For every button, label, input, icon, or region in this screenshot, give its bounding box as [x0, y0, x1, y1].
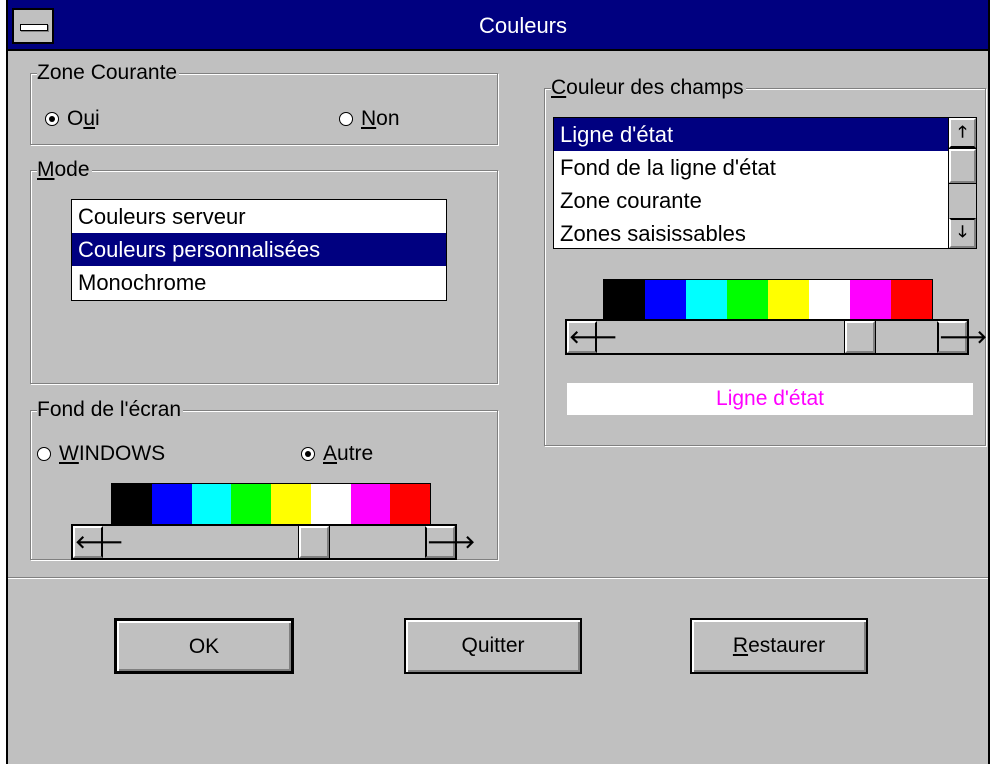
arrow-left-icon: 🡐 [75, 532, 124, 552]
arrow-right-icon: 🡒 [939, 327, 988, 347]
system-menu-icon [20, 24, 48, 31]
color-swatch[interactable] [727, 280, 768, 321]
color-swatch[interactable] [809, 280, 850, 321]
color-swatch[interactable] [350, 484, 391, 525]
scroll-thumb[interactable] [297, 525, 330, 559]
separator-line [8, 577, 988, 579]
quitter-button[interactable]: Quitter [404, 618, 582, 674]
color-swatch[interactable] [891, 280, 932, 321]
color-swatch[interactable] [604, 280, 645, 321]
system-menu-button[interactable] [12, 8, 54, 44]
restaurer-button[interactable]: Restaurer [690, 618, 868, 674]
color-swatch[interactable] [645, 280, 686, 321]
background-color-palette[interactable] [111, 483, 431, 525]
radio-windows-label: WINDOWS [59, 442, 166, 465]
mode-label: Mode [37, 157, 92, 183]
couleur-champs-group: Couleur des champs Ligne d'état Fond de … [544, 75, 987, 446]
color-swatch[interactable] [231, 484, 271, 525]
color-preview: Ligne d'état [567, 383, 973, 415]
mode-item[interactable]: Monochrome [72, 266, 446, 299]
arrow-up-icon: 🡑 [958, 124, 967, 141]
color-swatch[interactable] [112, 484, 152, 525]
radio-non[interactable]: Non [339, 106, 400, 132]
vertical-scroll-thumb[interactable] [948, 148, 977, 184]
window-title: Couleurs [478, 13, 568, 38]
radio-oui-label: Oui [67, 107, 100, 130]
field-item-selected[interactable]: Ligne d'état [554, 118, 948, 151]
mode-listbox[interactable]: Couleurs serveur Couleurs personnalisées… [71, 199, 447, 301]
field-color-scrollbar[interactable]: 🡐 🡒 [565, 319, 987, 355]
scroll-right-button[interactable]: 🡒 [425, 526, 475, 558]
field-item[interactable]: Zones saisissables [554, 217, 948, 250]
field-item[interactable]: Zone courante [554, 184, 948, 217]
scroll-left-button[interactable]: 🡐 [567, 321, 617, 353]
color-swatch[interactable] [768, 280, 809, 321]
mode-item[interactable]: Couleurs serveur [72, 200, 446, 233]
couleur-champs-label: Couleur des champs [551, 75, 746, 101]
radio-autre-label: Autre [323, 442, 374, 465]
mode-group: Mode Couleurs serveur Couleurs personnal… [30, 157, 498, 384]
arrow-left-icon: 🡐 [569, 327, 618, 347]
couleurs-dialog: Couleurs Zone Courante Oui Non Mode Coul… [6, 0, 990, 764]
scroll-up-button[interactable]: 🡑 [949, 118, 976, 148]
radio-windows-indicator [37, 447, 51, 461]
radio-oui-indicator [45, 112, 59, 126]
zone-courante-group: Zone Courante Oui Non [30, 60, 498, 145]
mode-item-selected[interactable]: Couleurs personnalisées [72, 233, 446, 266]
arrow-down-icon: 🡓 [958, 224, 967, 241]
scroll-right-button[interactable]: 🡒 [937, 321, 987, 353]
radio-non-label: Non [361, 107, 400, 130]
field-item[interactable]: Fond de la ligne d'état [554, 151, 948, 184]
radio-non-indicator [339, 112, 353, 126]
ok-button[interactable]: OK [114, 618, 294, 674]
color-swatch[interactable] [191, 484, 232, 525]
radio-autre-indicator [301, 447, 315, 461]
fields-vertical-scrollbar[interactable]: 🡑 🡓 [948, 118, 977, 248]
color-swatch[interactable] [850, 280, 891, 321]
radio-windows[interactable]: WINDOWS [37, 441, 165, 467]
radio-oui[interactable]: Oui [45, 106, 100, 132]
restaurer-mnemonic: R [732, 634, 749, 657]
background-color-scrollbar[interactable]: 🡐 🡒 [71, 524, 475, 560]
title-bar: Couleurs [8, 0, 988, 51]
color-swatch[interactable] [310, 484, 351, 525]
fond-ecran-group: Fond de l'écran WINDOWS Autre 🡐 🡒 [30, 397, 498, 560]
field-color-palette[interactable] [603, 279, 933, 321]
restaurer-label: estaurer [748, 634, 826, 657]
arrow-right-icon: 🡒 [427, 532, 476, 552]
color-swatch[interactable] [390, 484, 430, 525]
scroll-thumb[interactable] [844, 320, 876, 354]
scroll-down-button[interactable]: 🡓 [949, 218, 976, 248]
fields-listbox[interactable]: Ligne d'état Fond de la ligne d'état Zon… [553, 117, 977, 249]
radio-autre[interactable]: Autre [301, 441, 373, 467]
scroll-left-button[interactable]: 🡐 [73, 526, 123, 558]
zone-courante-label: Zone Courante [37, 60, 180, 86]
color-swatch[interactable] [271, 484, 311, 525]
color-swatch[interactable] [151, 484, 192, 525]
color-swatch[interactable] [686, 280, 727, 321]
fond-ecran-label: Fond de l'écran [37, 397, 184, 423]
